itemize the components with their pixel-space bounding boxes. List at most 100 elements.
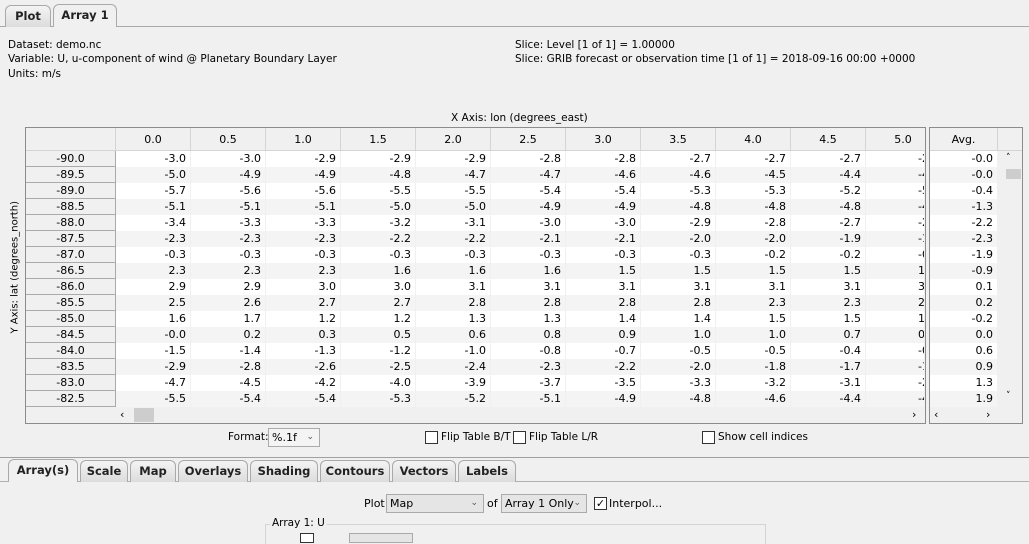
table-cell[interactable]: -1 bbox=[866, 231, 925, 247]
table-cell[interactable]: -5.5 bbox=[416, 183, 491, 199]
table-cell[interactable]: -2.2 bbox=[341, 231, 416, 247]
table-cell[interactable]: -2 bbox=[866, 375, 925, 391]
table-cell[interactable]: -2 bbox=[866, 215, 925, 231]
table-cell[interactable]: 2.3 bbox=[191, 263, 266, 279]
table-cell[interactable]: -4.5 bbox=[191, 375, 266, 391]
avg-cell[interactable]: 1.3 bbox=[930, 375, 998, 391]
table-cell[interactable]: -2.4 bbox=[416, 359, 491, 375]
table-cell[interactable]: -2.8 bbox=[716, 215, 791, 231]
table-cell[interactable]: -2.8 bbox=[191, 359, 266, 375]
column-header[interactable]: 4.0 bbox=[716, 128, 791, 151]
table-cell[interactable]: -1.8 bbox=[716, 359, 791, 375]
avg-cell[interactable]: -0.0 bbox=[930, 151, 998, 167]
table-cell[interactable]: -0.3 bbox=[116, 247, 191, 263]
table-cell[interactable]: -2.1 bbox=[566, 231, 641, 247]
table-cell[interactable]: -1.4 bbox=[191, 343, 266, 359]
column-header[interactable]: 1.5 bbox=[341, 128, 416, 151]
table-cell[interactable]: -4 bbox=[866, 199, 925, 215]
table-cell[interactable]: 2.5 bbox=[116, 295, 191, 311]
table-cell[interactable]: -3.0 bbox=[191, 151, 266, 167]
tab-array-1[interactable]: Array 1 bbox=[53, 4, 117, 27]
column-header[interactable]: 2.0 bbox=[416, 128, 491, 151]
avg-cell[interactable]: -2.2 bbox=[930, 215, 998, 231]
chevron-down-icon[interactable]: ˅ bbox=[1006, 391, 1011, 401]
table-cell[interactable]: -4.6 bbox=[641, 167, 716, 183]
tab-overlays[interactable]: Overlays bbox=[178, 460, 248, 482]
table-cell[interactable]: 2 bbox=[866, 295, 925, 311]
table-cell[interactable]: -5.0 bbox=[341, 199, 416, 215]
table-cell[interactable]: -3.2 bbox=[716, 375, 791, 391]
table-cell[interactable]: 2.8 bbox=[416, 295, 491, 311]
column-header[interactable]: 5.0 bbox=[866, 128, 925, 151]
table-cell[interactable]: -4 bbox=[866, 391, 925, 407]
tab-shading[interactable]: Shading bbox=[250, 460, 318, 482]
horizontal-scrollbar[interactable]: ‹ › bbox=[116, 407, 925, 423]
table-cell[interactable]: -1.7 bbox=[791, 359, 866, 375]
table-cell[interactable]: -2.9 bbox=[341, 151, 416, 167]
vertical-scrollbar[interactable]: ˄ ˅ bbox=[998, 151, 1022, 407]
table-cell[interactable]: 2.8 bbox=[491, 295, 566, 311]
table-cell[interactable]: -2.7 bbox=[791, 215, 866, 231]
avg-cell[interactable]: -0.0 bbox=[930, 167, 998, 183]
table-cell[interactable]: -1.9 bbox=[791, 231, 866, 247]
table-cell[interactable]: -0.3 bbox=[491, 247, 566, 263]
row-header[interactable]: -90.0 bbox=[26, 151, 116, 167]
table-cell[interactable]: -4.9 bbox=[491, 199, 566, 215]
row-header[interactable]: -85.0 bbox=[26, 311, 116, 327]
row-header[interactable]: -89.0 bbox=[26, 183, 116, 199]
table-cell[interactable]: 3.1 bbox=[416, 279, 491, 295]
table-cell[interactable]: -4.7 bbox=[116, 375, 191, 391]
table-cell[interactable]: -4.6 bbox=[716, 391, 791, 407]
table-cell[interactable]: 3.1 bbox=[641, 279, 716, 295]
avg-cell[interactable]: -1.3 bbox=[930, 199, 998, 215]
avg-cell[interactable]: -1.9 bbox=[930, 247, 998, 263]
table-cell[interactable]: -2.8 bbox=[491, 151, 566, 167]
table-cell[interactable]: 0.6 bbox=[416, 327, 491, 343]
table-cell[interactable]: -4.8 bbox=[641, 391, 716, 407]
tab-contours[interactable]: Contours bbox=[320, 460, 390, 482]
avg-cell[interactable]: 0.2 bbox=[930, 295, 998, 311]
table-cell[interactable]: -2.9 bbox=[266, 151, 341, 167]
table-cell[interactable]: -2.9 bbox=[116, 359, 191, 375]
table-cell[interactable]: -2.9 bbox=[641, 215, 716, 231]
table-cell[interactable]: -0.5 bbox=[641, 343, 716, 359]
table-cell[interactable]: -2.3 bbox=[191, 231, 266, 247]
table-cell[interactable]: 3.1 bbox=[566, 279, 641, 295]
group-checkbox[interactable] bbox=[300, 533, 314, 543]
table-cell[interactable]: -0.3 bbox=[191, 247, 266, 263]
table-cell[interactable]: -4.6 bbox=[566, 167, 641, 183]
table-cell[interactable]: -2.7 bbox=[791, 151, 866, 167]
table-cell[interactable]: 2.9 bbox=[116, 279, 191, 295]
table-cell[interactable]: -2.0 bbox=[716, 231, 791, 247]
table-cell[interactable]: -5.3 bbox=[641, 183, 716, 199]
table-cell[interactable]: 1.6 bbox=[341, 263, 416, 279]
table-cell[interactable]: -0.5 bbox=[716, 343, 791, 359]
table-cell[interactable]: 3.0 bbox=[266, 279, 341, 295]
table-cell[interactable]: -1.2 bbox=[341, 343, 416, 359]
chevron-left-icon[interactable]: ‹ bbox=[934, 408, 938, 421]
array-select[interactable]: Array 1 Only ⌄ bbox=[501, 494, 587, 513]
table-cell[interactable]: -2 bbox=[866, 151, 925, 167]
table-cell[interactable]: -4.2 bbox=[266, 375, 341, 391]
table-cell[interactable]: -4.5 bbox=[716, 167, 791, 183]
table-cell[interactable]: 3.1 bbox=[491, 279, 566, 295]
tab-labels[interactable]: Labels bbox=[458, 460, 516, 482]
table-cell[interactable]: 1.5 bbox=[791, 263, 866, 279]
table-cell[interactable]: -2.9 bbox=[416, 151, 491, 167]
table-cell[interactable]: -1.5 bbox=[116, 343, 191, 359]
table-cell[interactable]: -4.9 bbox=[566, 199, 641, 215]
table-cell[interactable]: -4.7 bbox=[416, 167, 491, 183]
chevron-right-icon[interactable]: › bbox=[912, 408, 916, 421]
tab-arrays[interactable]: Array(s) bbox=[8, 459, 78, 482]
table-cell[interactable]: -2.7 bbox=[716, 151, 791, 167]
table-cell[interactable]: -5.3 bbox=[716, 183, 791, 199]
group-field[interactable] bbox=[349, 533, 413, 543]
scrollbar-thumb[interactable] bbox=[1006, 169, 1021, 179]
avg-cell[interactable]: 1.9 bbox=[930, 391, 998, 407]
table-cell[interactable]: 0.8 bbox=[491, 327, 566, 343]
avg-cell[interactable]: 0.9 bbox=[930, 359, 998, 375]
table-cell[interactable]: -2.0 bbox=[641, 359, 716, 375]
flip-bt-checkbox[interactable] bbox=[425, 431, 438, 444]
table-cell[interactable]: 1.5 bbox=[791, 311, 866, 327]
table-cell[interactable]: 1 bbox=[866, 263, 925, 279]
